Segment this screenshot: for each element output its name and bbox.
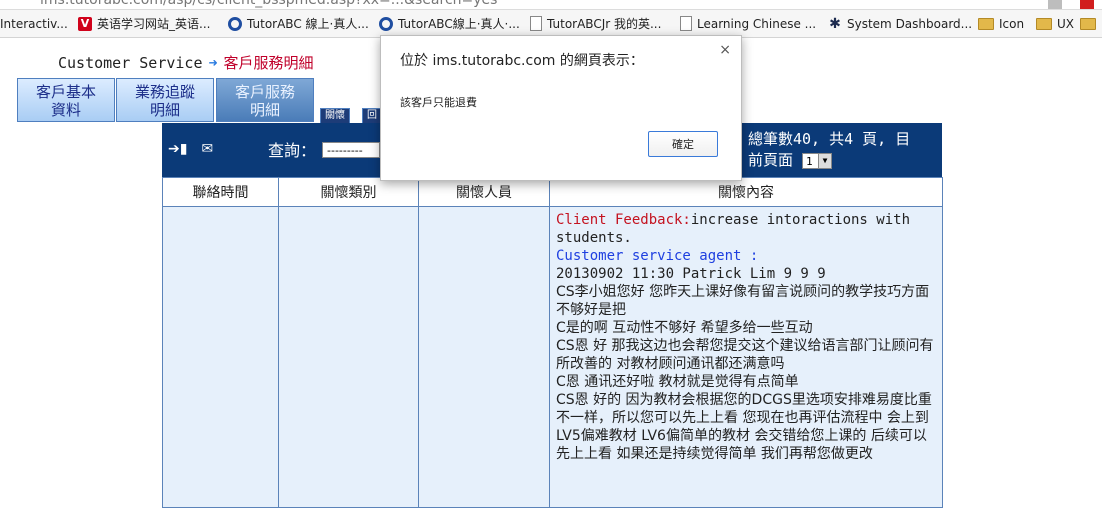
agent-line: 20130902 11:30 Patrick Lim 9 9 9 bbox=[556, 266, 826, 282]
column-header[interactable]: 聯絡時間 bbox=[162, 177, 279, 207]
tab-label: 客戶服務 bbox=[234, 83, 295, 101]
column-header[interactable]: 關懷人員 bbox=[418, 177, 550, 207]
bookmark-folder-icon[interactable]: Icon bbox=[978, 10, 1024, 37]
bookmark-tutorabc-2[interactable]: TutorABC線上·真人·... bbox=[379, 10, 520, 37]
feedback-label: Client Feedback: bbox=[556, 212, 691, 228]
tab-label: 業務追蹤 bbox=[134, 83, 195, 101]
page-icon bbox=[680, 16, 692, 31]
query-label: 查詢： bbox=[268, 141, 317, 160]
system-icon: ✱ bbox=[829, 15, 841, 32]
dialog-message: 該客戶只能退費 bbox=[400, 96, 477, 109]
mail-icon[interactable]: ✉ bbox=[201, 141, 213, 157]
tab-label: 回 bbox=[367, 110, 377, 121]
address-bar[interactable]: ims.tutorabc.com/asp/cs/client_bsspmed.a… bbox=[0, 0, 1102, 10]
tab-label: 客戶基本 bbox=[35, 83, 96, 101]
query-select[interactable]: --------- bbox=[322, 142, 380, 158]
bookmark-label: Icon bbox=[999, 16, 1025, 31]
arrow-right-icon: ➜ bbox=[208, 54, 218, 72]
table-header-row: 聯絡時間 關懷類別 關懷人員 關懷內容 bbox=[162, 177, 943, 207]
tab-label: 明細 bbox=[149, 101, 180, 119]
address-url: ims.tutorabc.com/asp/cs/client_bsspmed.a… bbox=[40, 0, 498, 8]
conversation-line: C恩 通讯还好啦 教材就是觉得有点简单 bbox=[556, 374, 799, 390]
alert-dialog: 位於 ims.tutorabc.com 的網頁表示： × 該客戶只能退費 確定 bbox=[380, 35, 742, 181]
extension-icon[interactable] bbox=[1080, 0, 1094, 9]
pager-current-label: 前頁面 bbox=[748, 151, 794, 169]
tab-sales-tracking[interactable]: 業務追蹤 明細 bbox=[116, 78, 214, 122]
bookmark-label: Learning Chinese ... bbox=[697, 16, 817, 31]
v-logo-icon: V bbox=[78, 16, 92, 31]
dialog-title: 位於 ims.tutorabc.com 的網頁表示： bbox=[400, 53, 644, 69]
export-icon[interactable]: ➔▮ bbox=[168, 141, 187, 157]
folder-icon bbox=[1080, 17, 1096, 30]
folder-icon bbox=[978, 17, 994, 30]
page-select-value: 1 bbox=[806, 154, 813, 168]
agent-label: Customer service agent : bbox=[556, 248, 759, 264]
tab-reply[interactable]: 回 bbox=[362, 108, 382, 124]
bookmark-label: TutorABCJr 我的英... bbox=[547, 17, 662, 31]
tab-label: 明細 bbox=[249, 101, 280, 119]
bookmark-folder-ux[interactable]: UX bbox=[1036, 10, 1074, 37]
bookmark-label: 英语学习网站_英语... bbox=[97, 17, 211, 31]
tutorabc-icon bbox=[228, 16, 242, 31]
bookmark-tutorabc-1[interactable]: TutorABC 線上·真人... bbox=[228, 10, 369, 37]
pager-summary: 總筆數40, 共4 頁, 目 bbox=[748, 130, 911, 148]
bookmark-learning-chinese[interactable]: Learning Chinese ... bbox=[680, 10, 816, 37]
close-icon[interactable]: × bbox=[719, 42, 731, 58]
care-table: 聯絡時間 關懷類別 關懷人員 關懷內容 Client Feedback:incr… bbox=[162, 177, 943, 508]
column-header[interactable]: 關懷內容 bbox=[549, 177, 943, 207]
chevron-down-icon: ▼ bbox=[818, 153, 832, 168]
cell-care-category bbox=[278, 206, 419, 508]
bookmark-tutorabcjr[interactable]: TutorABCJr 我的英... bbox=[530, 10, 661, 37]
conversation-line: C是的啊 互动性不够好 希望多给一些互动 bbox=[556, 320, 813, 336]
page-icon bbox=[530, 16, 542, 31]
bookmark-system-dashboard[interactable]: ✱ System Dashboard... bbox=[828, 10, 972, 37]
bookmark-folder-ex[interactable]: Ex bbox=[1080, 10, 1102, 37]
tab-label: 關懷 bbox=[325, 110, 345, 121]
bookmark-label: UX bbox=[1057, 16, 1075, 31]
bookmark-label: TutorABC線上·真人·... bbox=[398, 17, 520, 31]
page-select[interactable]: 1 ▼ bbox=[802, 152, 833, 169]
folder-icon bbox=[1036, 17, 1052, 30]
ok-button[interactable]: 確定 bbox=[648, 131, 718, 157]
conversation-line: CS恩 好 那我这边也会帮您提交这个建议给语言部门让顾问有所改善的 对教材顾问通… bbox=[556, 338, 934, 372]
breadcrumb: Customer Service ➜ 客戶服務明細 bbox=[58, 52, 314, 73]
bookmark-label: TutorABC 線上·真人... bbox=[247, 17, 369, 31]
tab-customer-service-detail[interactable]: 客戶服務 明細 bbox=[216, 78, 314, 122]
pager: 總筆數40, 共4 頁, 目 前頁面 1 ▼ bbox=[748, 129, 910, 171]
bookmark-interactiv[interactable]: Interactiv... bbox=[0, 10, 68, 37]
cell-contact-time bbox=[162, 206, 279, 508]
breadcrumb-current: 客戶服務明細 bbox=[223, 54, 314, 72]
bookmark-label: System Dashboard... bbox=[847, 16, 973, 31]
bookmarks-bar: Interactiv... V 英语学习网站_英语... TutorABC 線上… bbox=[0, 10, 1102, 38]
conversation-line: CS李小姐您好 您昨天上课好像有留言说顾问的教学技巧方面不够好是把 bbox=[556, 284, 930, 318]
cell-care-content: Client Feedback:increase intoractions wi… bbox=[549, 206, 943, 508]
tutorabc-icon bbox=[379, 16, 393, 31]
bookmark-label: Interactiv... bbox=[0, 16, 68, 31]
table-row: Client Feedback:increase intoractions wi… bbox=[162, 206, 943, 508]
cell-care-staff bbox=[418, 206, 550, 508]
conversation-line: CS恩 好的 因为教材会根据您的DCGS里选项安排难易度比重不一样，所以您可以先… bbox=[556, 392, 932, 462]
breadcrumb-root[interactable]: Customer Service bbox=[58, 54, 203, 72]
tab-customer-info[interactable]: 客戶基本 資料 bbox=[17, 78, 115, 122]
tab-label: 資料 bbox=[50, 101, 81, 119]
bookmark-english-site[interactable]: V 英语学习网站_英语... bbox=[78, 10, 210, 37]
column-header[interactable]: 關懷類別 bbox=[278, 177, 419, 207]
shield-icon[interactable] bbox=[1048, 0, 1062, 9]
tab-care[interactable]: 關懷 bbox=[320, 108, 350, 124]
